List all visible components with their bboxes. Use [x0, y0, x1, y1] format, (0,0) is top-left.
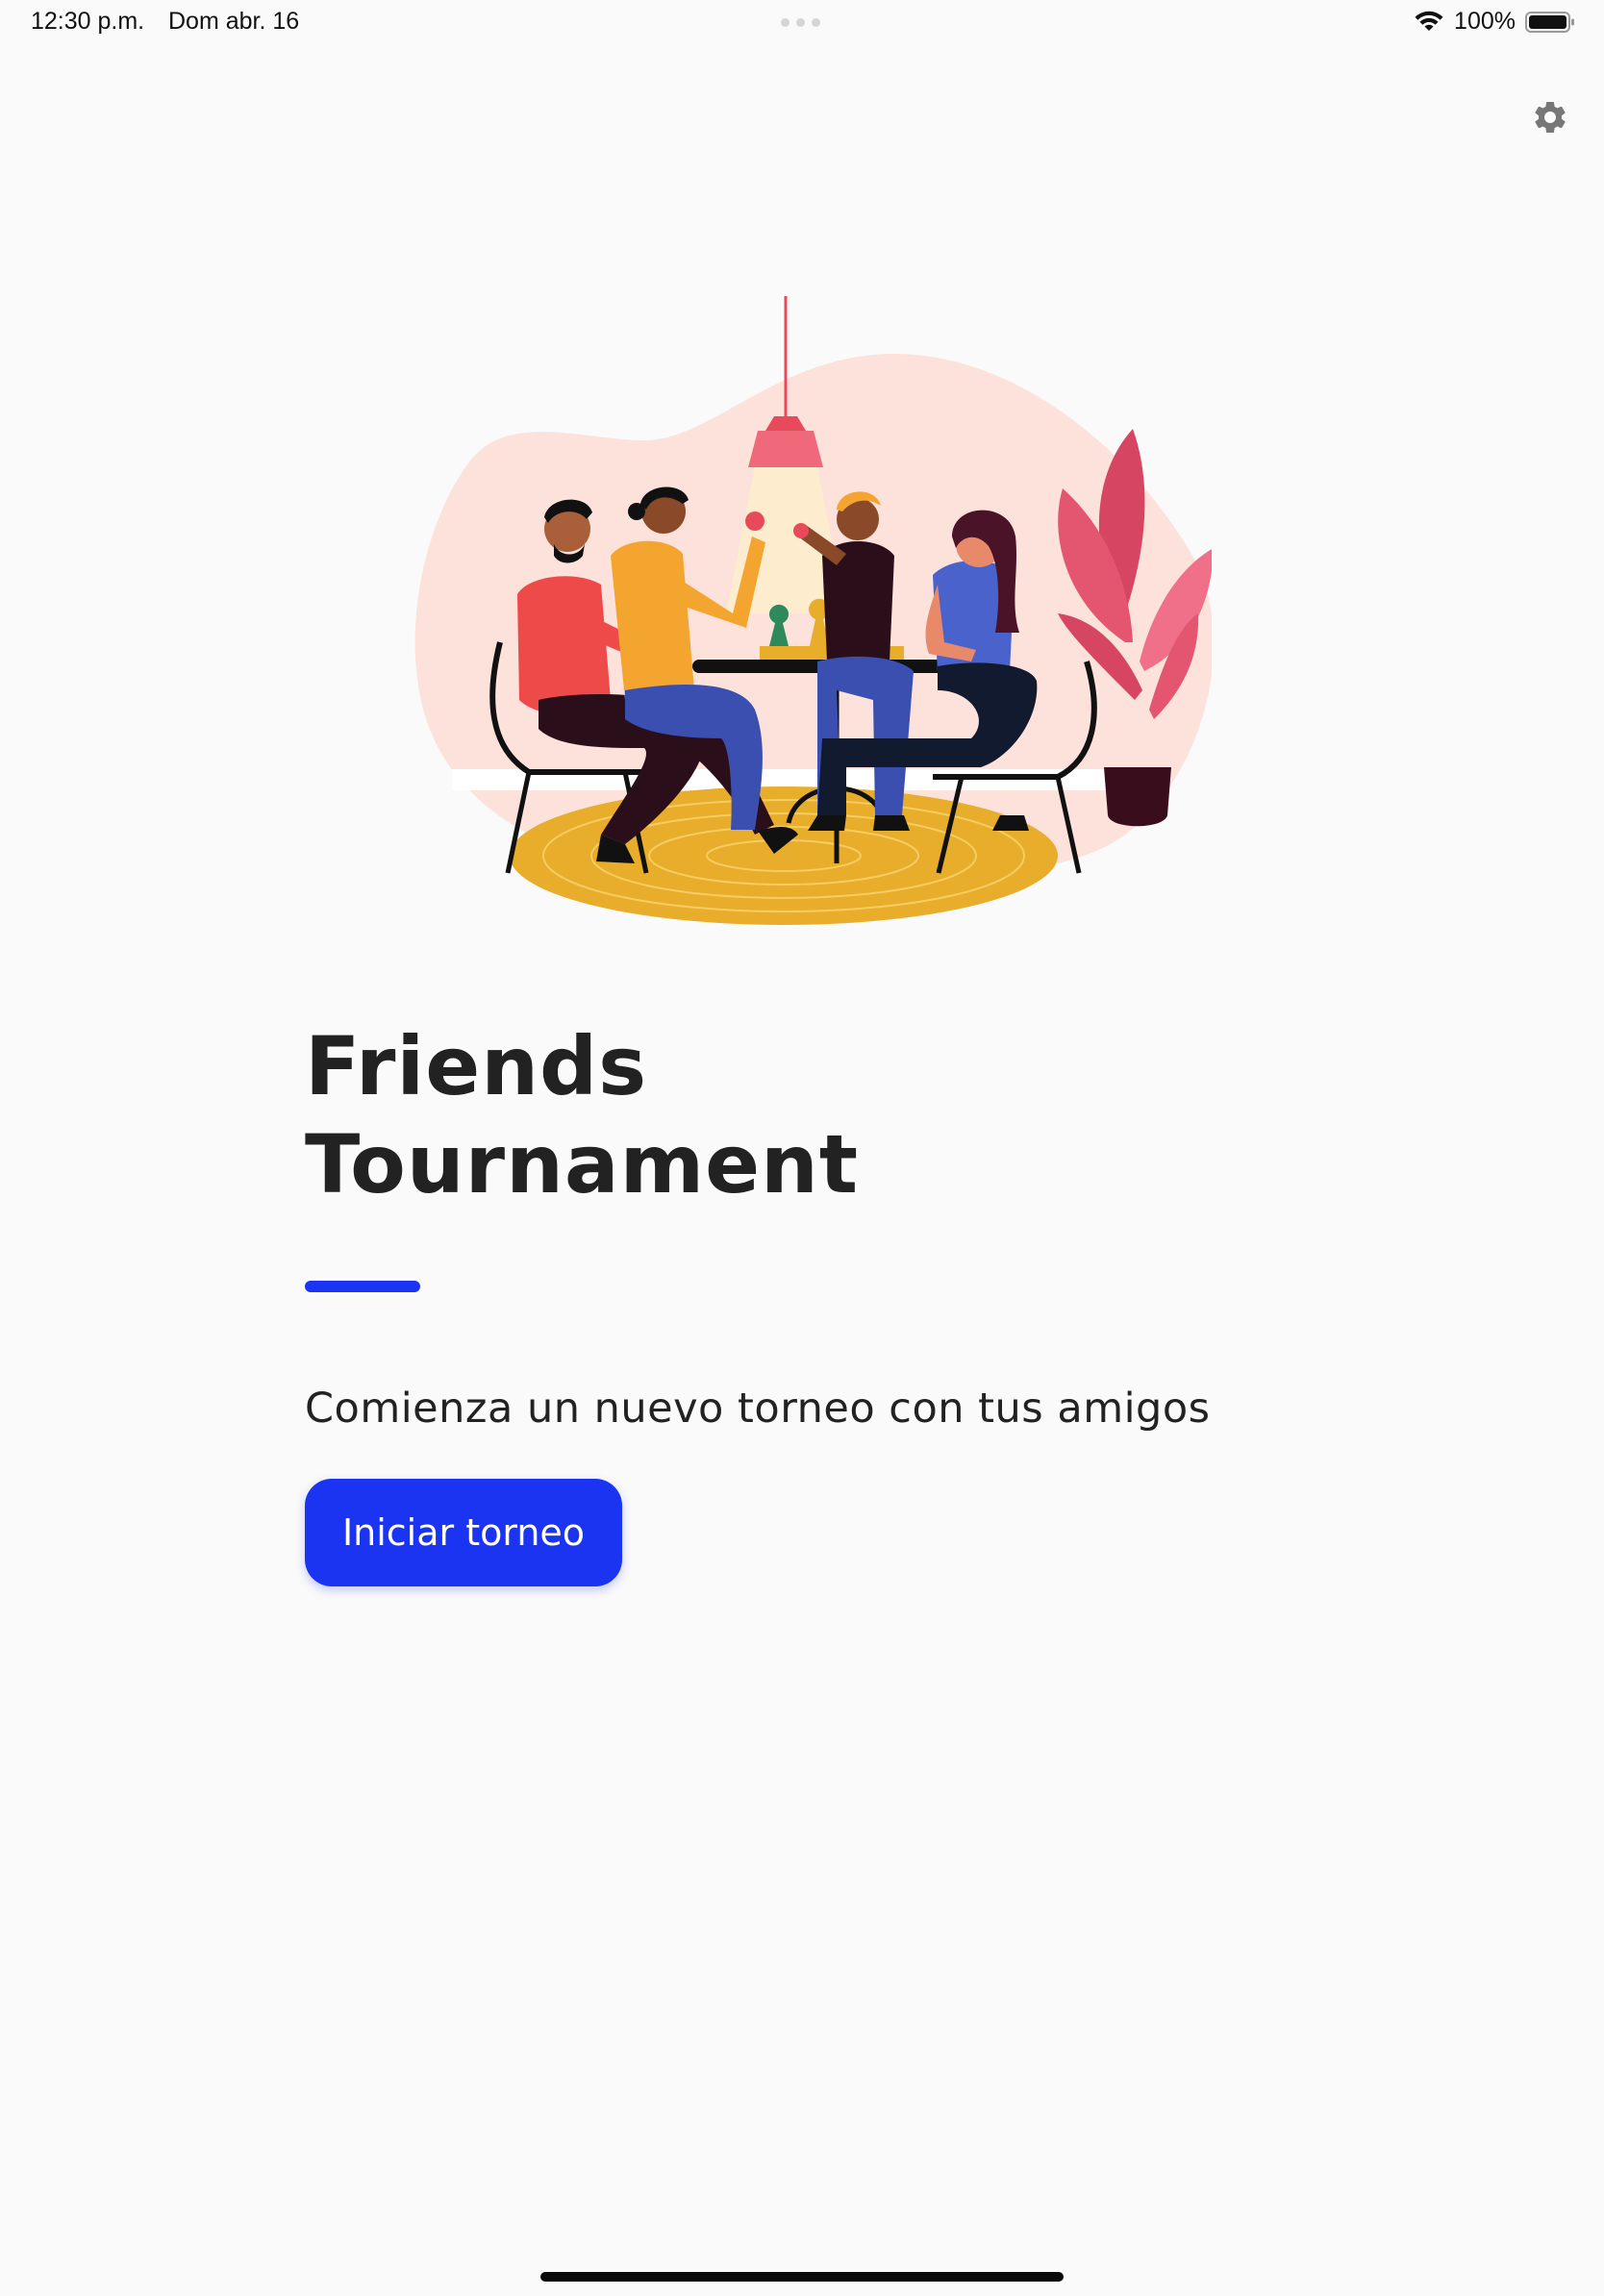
- gear-icon: [1535, 101, 1566, 133]
- friends-playing-board-game-illustration: [414, 296, 1212, 925]
- main-content: Friends Tournament Comienza un nuevo tor…: [305, 1017, 1363, 1586]
- start-tournament-button[interactable]: Iniciar torneo: [305, 1479, 622, 1586]
- status-bar: 12:30 p.m. Dom abr. 16 100%: [0, 0, 1604, 46]
- home-indicator[interactable]: [540, 2272, 1064, 2282]
- status-time: 12:30 p.m.: [31, 8, 145, 35]
- subtitle: Comienza un nuevo torneo con tus amigos: [305, 1385, 1211, 1433]
- wifi-icon: [1415, 11, 1443, 31]
- battery-icon: [1525, 11, 1574, 33]
- app-screen: 12:30 p.m. Dom abr. 16 100% Friends Tour…: [0, 0, 1604, 2296]
- settings-button[interactable]: [1529, 96, 1571, 138]
- status-date: Dom abr. 16: [168, 8, 300, 35]
- title-accent-divider: [305, 1281, 420, 1292]
- title-line-1: Friends: [305, 1019, 648, 1113]
- title-line-2: Tournament: [305, 1117, 860, 1211]
- status-indicators: 100%: [1414, 8, 1575, 36]
- page-title: Friends Tournament: [305, 1017, 1363, 1213]
- battery-percent: 100%: [1454, 8, 1516, 35]
- multitasking-dots-icon[interactable]: [781, 18, 820, 27]
- hero-illustration: [394, 296, 1212, 931]
